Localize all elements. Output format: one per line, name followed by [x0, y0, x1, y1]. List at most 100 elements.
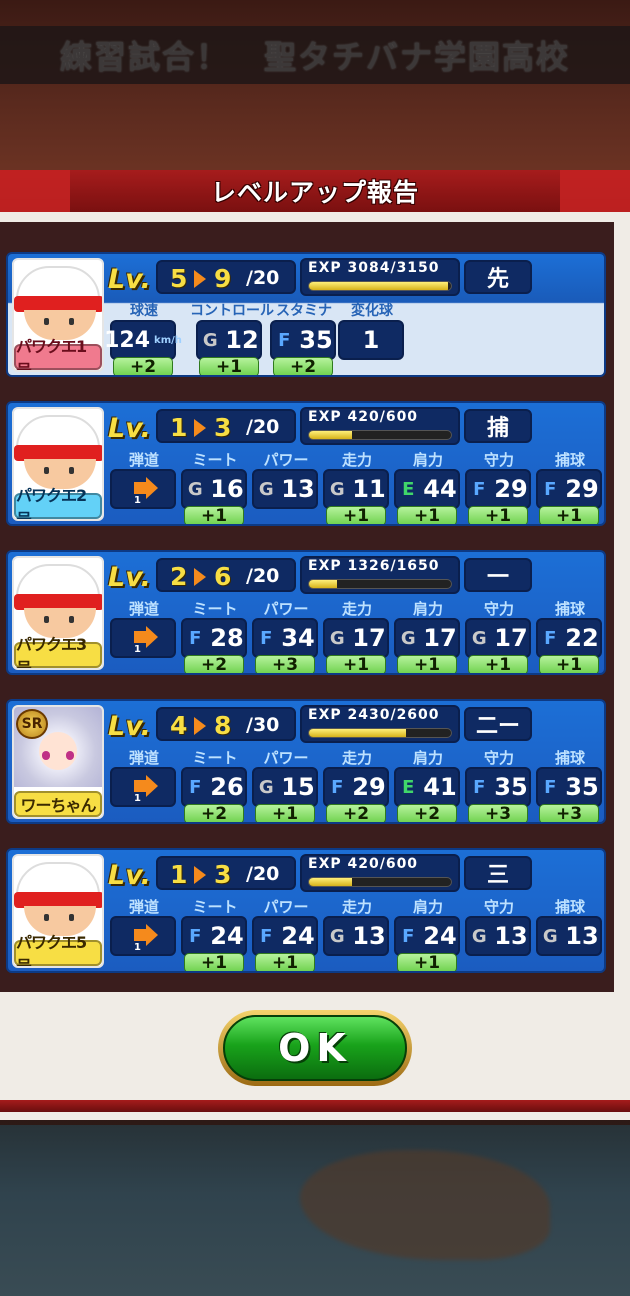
stat-bonus: +1 — [397, 506, 457, 524]
ok-label: OK — [278, 1026, 352, 1070]
exp-box: EXP 1326/1650 — [300, 556, 460, 594]
grade-icon: G — [471, 627, 487, 649]
level-arrow-icon — [194, 270, 206, 288]
stat-bonus: +2 — [113, 357, 173, 375]
exp-bar-fill — [309, 580, 338, 588]
player-avatar: SR ワーちゃん — [12, 705, 104, 819]
stat-box: F 29 — [536, 469, 602, 509]
player-name: ワーちゃん — [14, 791, 102, 817]
ok-button[interactable]: OK — [223, 1015, 407, 1081]
dialog-header: レベルアップ報告 — [0, 170, 630, 212]
stat-bonus: +1 — [184, 506, 244, 524]
stat-label: 捕球 — [554, 749, 585, 767]
exp-box: EXP 420/600 — [300, 407, 460, 445]
level-box: 5 9/20 — [156, 260, 296, 294]
player-card[interactable]: パワクエ2号 Lv. 1 3/20 EXP 420/600 捕弾道 ミート パワー 走力 肩力 守力… — [6, 401, 606, 526]
stat-value: 13 — [565, 922, 599, 950]
eye — [66, 751, 74, 760]
eye — [69, 914, 74, 921]
trajectory-box: 1 — [110, 469, 176, 509]
stat-label: パワー — [263, 600, 309, 618]
stat-box: F 29 — [323, 767, 389, 807]
trajectory-value: 1 — [134, 495, 141, 506]
player-avatar: パワクエ1号 — [12, 258, 104, 372]
level-max: /20 — [246, 565, 280, 587]
stat-label: 弾道 — [128, 600, 159, 618]
stat-bonus: +2 — [184, 655, 244, 673]
stat-value: 16 — [210, 475, 244, 503]
player-card[interactable]: パワクエ1号 Lv. 5 9/20 EXP 3084/3150 先球速 コントロール スタミナ… — [6, 252, 606, 377]
stat-bonus: +1 — [326, 655, 386, 673]
level-to: 6 — [214, 562, 232, 591]
position-badge: 一 — [464, 558, 532, 592]
player-card[interactable]: SR ワーちゃん Lv. 4 8/30 EXP 2430/2600 二ー 弾道 ミート パワー 走力… — [6, 699, 606, 824]
level-arrow-icon — [194, 717, 206, 735]
stat-label: 肩力 — [412, 451, 443, 469]
player-card[interactable]: パワクエ5号 Lv. 1 3/20 EXP 420/600 三弾道 ミート パワー 走力 肩力 守力… — [6, 848, 606, 973]
scrollbar[interactable] — [614, 236, 624, 396]
trajectory-box: 1 — [110, 916, 176, 956]
stat-bonus: +2 — [273, 357, 333, 375]
level-arrow-icon — [194, 866, 206, 884]
eye — [69, 467, 74, 474]
trajectory-arrowhead-icon — [146, 775, 158, 797]
player-card[interactable]: パワクエ3号 Lv. 2 6/20 EXP 1326/1650 一弾道 ミート パワー 走力 肩力… — [6, 550, 606, 675]
stat-value: 24 — [423, 922, 457, 950]
position-badge: 先 — [464, 260, 532, 294]
level-box: 1 3/20 — [156, 409, 296, 443]
grade-icon: G — [329, 478, 345, 500]
stat-value: 22 — [565, 624, 599, 652]
level-to: 3 — [214, 860, 232, 889]
stat-box: G 17 — [465, 618, 531, 658]
position-badge: 三 — [464, 856, 532, 890]
stat-value: 29 — [565, 475, 599, 503]
dialog-title: レベルアップ報告 — [210, 178, 419, 207]
stat-box: F 35 — [465, 767, 531, 807]
stat-value: 35 — [494, 773, 528, 801]
stat-label: 弾道 — [128, 749, 159, 767]
stat-label: コントロール — [190, 303, 274, 319]
level-from: 5 — [170, 264, 188, 293]
stat-unit: km/h — [154, 334, 182, 346]
stat-bonus: +1 — [326, 506, 386, 524]
stat-label: 球速 — [130, 303, 158, 319]
stat-box: G 15 — [252, 767, 318, 807]
grade-icon: F — [260, 627, 273, 649]
level-to: 3 — [214, 413, 232, 442]
level-box: 1 3/20 — [156, 856, 296, 890]
stat-label: パワー — [263, 749, 309, 767]
stat-label: 変化球 — [351, 303, 393, 319]
stat-value: 15 — [281, 773, 315, 801]
grade-icon: F — [473, 776, 486, 798]
stat-bonus: +1 — [397, 655, 457, 673]
trajectory-box: 1 — [110, 767, 176, 807]
stat-box: 124 km/h — [104, 320, 182, 360]
stat-box: G 17 — [323, 618, 389, 658]
position-badge: 捕 — [464, 409, 532, 443]
exp-value: EXP 2430/2600 — [308, 707, 440, 723]
stat-bonus: +3 — [468, 804, 528, 822]
grade-icon: G — [471, 925, 487, 947]
header-stripe-right — [560, 170, 630, 212]
stat-value: 13 — [281, 475, 315, 503]
match-title: 練習試合！ 聖タチバナ学園高校 — [59, 38, 570, 76]
stat-bonus: +1 — [255, 953, 315, 971]
player-avatar: パワクエ2号 — [12, 407, 104, 521]
stat-bonus: +2 — [397, 804, 457, 822]
stat-label: ミート — [192, 749, 238, 767]
stat-value: 35 — [565, 773, 599, 801]
exp-value: EXP 420/600 — [308, 856, 419, 872]
stat-value: 24 — [210, 922, 244, 950]
grade-icon: G — [400, 627, 416, 649]
level-label: Lv. — [108, 711, 151, 742]
stat-label: 守力 — [483, 898, 514, 916]
stat-box: E 44 — [394, 469, 460, 509]
stat-label: 捕球 — [554, 898, 585, 916]
stat-box: G 13 — [536, 916, 602, 956]
header-stripe-left — [0, 170, 70, 212]
ok-button-frame[interactable]: OK — [218, 1010, 412, 1086]
stat-box: F 26 — [181, 767, 247, 807]
stat-label: ミート — [192, 451, 238, 469]
stat-bonus: +2 — [184, 804, 244, 822]
level-up-list[interactable]: パワクエ1号 Lv. 5 9/20 EXP 3084/3150 先球速 コントロール スタミナ… — [0, 222, 614, 992]
